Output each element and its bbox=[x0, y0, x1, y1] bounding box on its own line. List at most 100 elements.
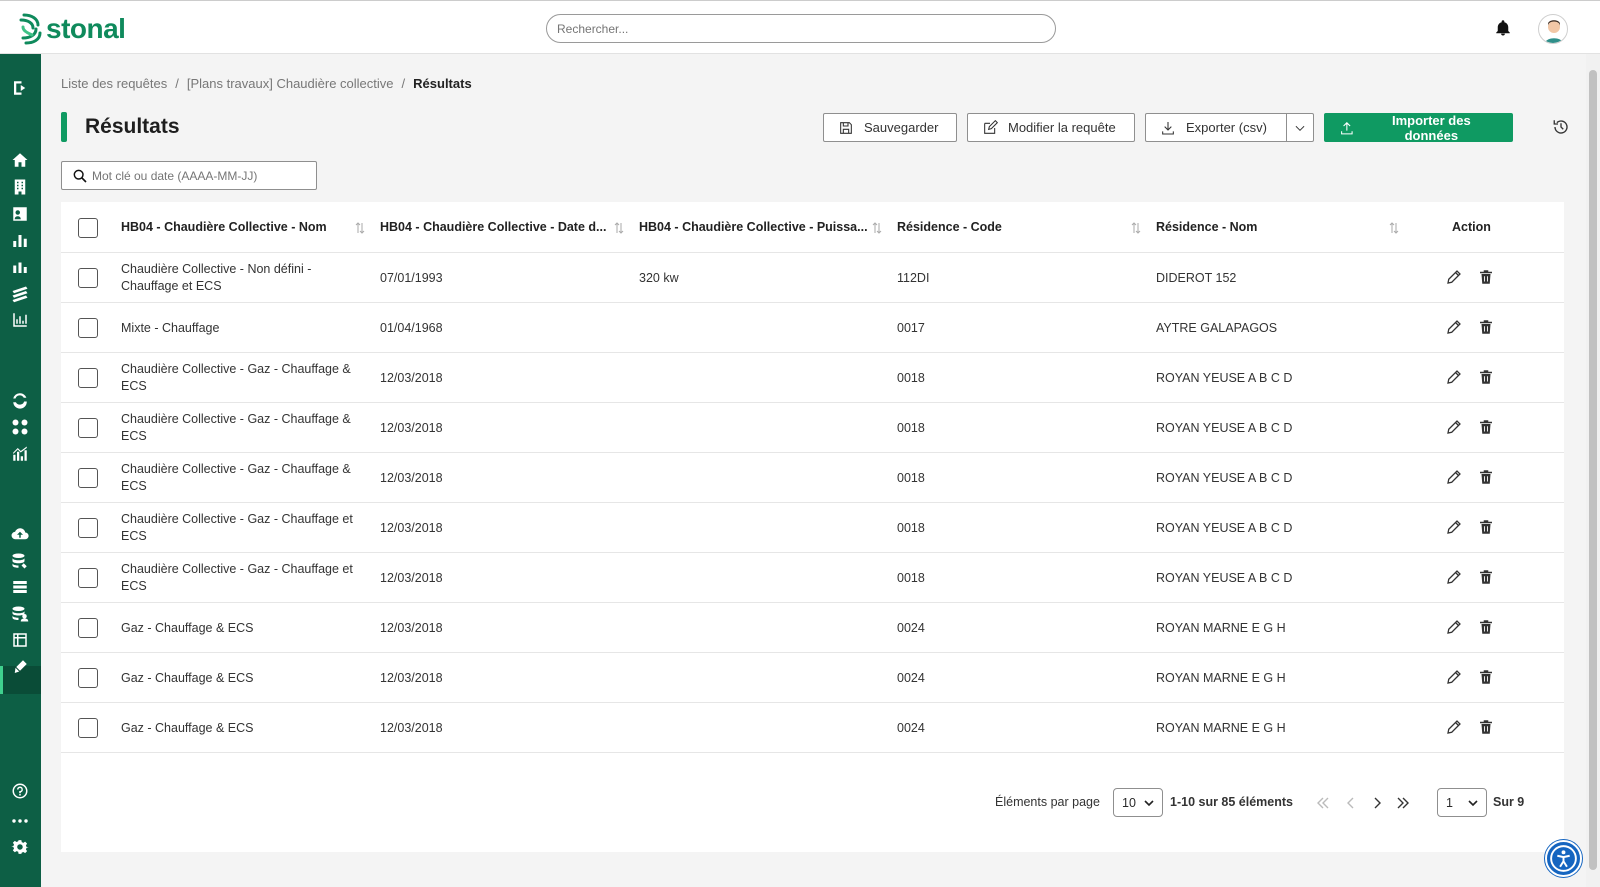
scrollbar[interactable] bbox=[1586, 54, 1600, 887]
cloud-upload-icon[interactable] bbox=[10, 524, 30, 544]
pen-icon[interactable] bbox=[10, 657, 30, 677]
cell-residence: ROYAN MARNE E G H bbox=[1156, 720, 1286, 735]
bell-icon[interactable] bbox=[1494, 19, 1512, 37]
column-header-residence-nom[interactable]: Résidence - Nom bbox=[1156, 202, 1386, 253]
breadcrumb-link-query[interactable]: [Plans travaux] Chaudière collective bbox=[187, 76, 394, 91]
table-row[interactable]: Chaudière Collective - Gaz - Chauffage e… bbox=[61, 553, 1564, 603]
sort-icon[interactable] bbox=[355, 222, 365, 234]
database-edit-icon[interactable] bbox=[10, 551, 30, 571]
trash-icon[interactable] bbox=[1477, 518, 1495, 536]
sort-icon[interactable] bbox=[1131, 222, 1141, 234]
trash-icon[interactable] bbox=[1477, 368, 1495, 386]
settings-icon[interactable] bbox=[10, 837, 30, 857]
row-checkbox[interactable] bbox=[78, 718, 98, 738]
trash-icon[interactable] bbox=[1477, 718, 1495, 736]
trash-icon[interactable] bbox=[1477, 268, 1495, 286]
sort-icon[interactable] bbox=[1389, 222, 1399, 234]
edit-pencil-icon[interactable] bbox=[1445, 568, 1463, 586]
table-row[interactable]: Chaudière Collective - Non défini - Chau… bbox=[61, 253, 1564, 303]
breadcrumb-link-requests[interactable]: Liste des requêtes bbox=[61, 76, 167, 91]
import-data-button[interactable]: Importer des données bbox=[1324, 113, 1513, 143]
cell-residence: ROYAN YEUSE A B C D bbox=[1156, 570, 1293, 585]
bar-chart-alt-icon[interactable] bbox=[10, 257, 30, 277]
column-header-puissance[interactable]: HB04 - Chaudière Collective - Puissa... bbox=[639, 202, 869, 253]
table-icon[interactable] bbox=[10, 630, 30, 650]
global-search-input[interactable] bbox=[546, 14, 1056, 43]
sort-icon[interactable] bbox=[614, 222, 624, 234]
table-row[interactable]: Gaz - Chauffage & ECS 12/03/2018 0024 ROYAN… bbox=[61, 603, 1564, 653]
range-text: 1-10 sur 85 éléments bbox=[1170, 795, 1293, 809]
row-checkbox[interactable] bbox=[78, 368, 98, 388]
row-checkbox[interactable] bbox=[78, 468, 98, 488]
export-options-button[interactable] bbox=[1286, 113, 1314, 142]
select-all-checkbox[interactable] bbox=[78, 218, 98, 238]
sort-icon[interactable] bbox=[872, 222, 882, 234]
edit-pencil-icon[interactable] bbox=[1445, 618, 1463, 636]
trash-icon[interactable] bbox=[1477, 318, 1495, 336]
edit-pencil-icon[interactable] bbox=[1445, 468, 1463, 486]
collapse-icon[interactable] bbox=[10, 78, 30, 98]
column-header-nom[interactable]: HB04 - Chaudière Collective - Nom bbox=[121, 202, 361, 253]
home-icon[interactable] bbox=[10, 150, 30, 170]
keyword-filter[interactable] bbox=[61, 161, 317, 190]
edit-pencil-icon[interactable] bbox=[1445, 418, 1463, 436]
contact-card-icon[interactable] bbox=[10, 204, 30, 224]
trash-icon[interactable] bbox=[1477, 618, 1495, 636]
database-user-icon[interactable] bbox=[10, 604, 30, 624]
edit-pencil-icon[interactable] bbox=[1445, 368, 1463, 386]
table-row[interactable]: Gaz - Chauffage & ECS 12/03/2018 0024 ROYAN… bbox=[61, 703, 1564, 753]
row-checkbox[interactable] bbox=[78, 568, 98, 588]
previous-page-icon[interactable] bbox=[1343, 795, 1359, 811]
trash-icon[interactable] bbox=[1477, 468, 1495, 486]
logo[interactable]: stonal bbox=[18, 11, 126, 47]
table-row[interactable]: Chaudière Collective - Gaz - Chauffage &… bbox=[61, 403, 1564, 453]
row-checkbox[interactable] bbox=[78, 618, 98, 638]
edit-pencil-icon[interactable] bbox=[1445, 668, 1463, 686]
keyword-filter-input[interactable] bbox=[92, 167, 310, 185]
save-button[interactable]: Sauvegarder bbox=[823, 113, 957, 142]
row-checkbox[interactable] bbox=[78, 318, 98, 338]
column-header-residence-code[interactable]: Résidence - Code bbox=[897, 202, 1127, 253]
chevron-down-icon bbox=[1295, 125, 1305, 131]
table-row[interactable]: Chaudière Collective - Gaz - Chauffage e… bbox=[61, 503, 1564, 553]
user-avatar[interactable] bbox=[1538, 14, 1568, 44]
table-row[interactable]: Mixte - Chauffage 01/04/1968 0017 AYTRE GAL… bbox=[61, 303, 1564, 353]
trash-icon[interactable] bbox=[1477, 418, 1495, 436]
row-checkbox[interactable] bbox=[78, 268, 98, 288]
trash-icon[interactable] bbox=[1477, 568, 1495, 586]
table-row[interactable]: Gaz - Chauffage & ECS 12/03/2018 0024 ROYAN… bbox=[61, 653, 1564, 703]
edit-pencil-icon[interactable] bbox=[1445, 718, 1463, 736]
apps-icon[interactable] bbox=[10, 417, 30, 437]
edit-pencil-icon[interactable] bbox=[1445, 518, 1463, 536]
first-page-icon[interactable] bbox=[1315, 795, 1331, 811]
history-icon[interactable] bbox=[1552, 118, 1570, 136]
column-header-date[interactable]: HB04 - Chaudière Collective - Date d... bbox=[380, 202, 610, 253]
row-checkbox[interactable] bbox=[78, 518, 98, 538]
accessibility-button[interactable] bbox=[1545, 840, 1582, 877]
per-page-select[interactable]: 10 bbox=[1113, 788, 1163, 817]
last-page-icon[interactable] bbox=[1395, 795, 1411, 811]
analytics-icon[interactable] bbox=[10, 310, 30, 330]
building-icon[interactable] bbox=[10, 177, 30, 197]
trend-chart-icon[interactable] bbox=[10, 444, 30, 464]
next-page-icon[interactable] bbox=[1369, 795, 1385, 811]
row-checkbox[interactable] bbox=[78, 418, 98, 438]
bar-chart-icon[interactable] bbox=[10, 231, 30, 251]
more-icon[interactable] bbox=[10, 811, 30, 831]
list-icon[interactable] bbox=[10, 577, 30, 597]
export-csv-button[interactable]: Exporter (csv) bbox=[1145, 113, 1287, 142]
trash-icon[interactable] bbox=[1477, 668, 1495, 686]
table-row[interactable]: Chaudière Collective - Gaz - Chauffage &… bbox=[61, 453, 1564, 503]
table-row[interactable]: Chaudière Collective - Gaz - Chauffage &… bbox=[61, 353, 1564, 403]
sync-icon[interactable] bbox=[10, 390, 30, 410]
layers-icon[interactable] bbox=[10, 284, 30, 304]
help-icon[interactable] bbox=[10, 781, 30, 801]
row-checkbox[interactable] bbox=[78, 668, 98, 688]
scrollbar-thumb[interactable] bbox=[1589, 70, 1597, 870]
page-select[interactable]: 1 bbox=[1437, 788, 1487, 817]
edit-pencil-icon[interactable] bbox=[1445, 268, 1463, 286]
edit-pencil-icon[interactable] bbox=[1445, 318, 1463, 336]
cell-code: 0024 bbox=[897, 670, 925, 685]
edit-query-button[interactable]: Modifier la requête bbox=[967, 113, 1135, 142]
cell-residence: ROYAN YEUSE A B C D bbox=[1156, 520, 1293, 535]
